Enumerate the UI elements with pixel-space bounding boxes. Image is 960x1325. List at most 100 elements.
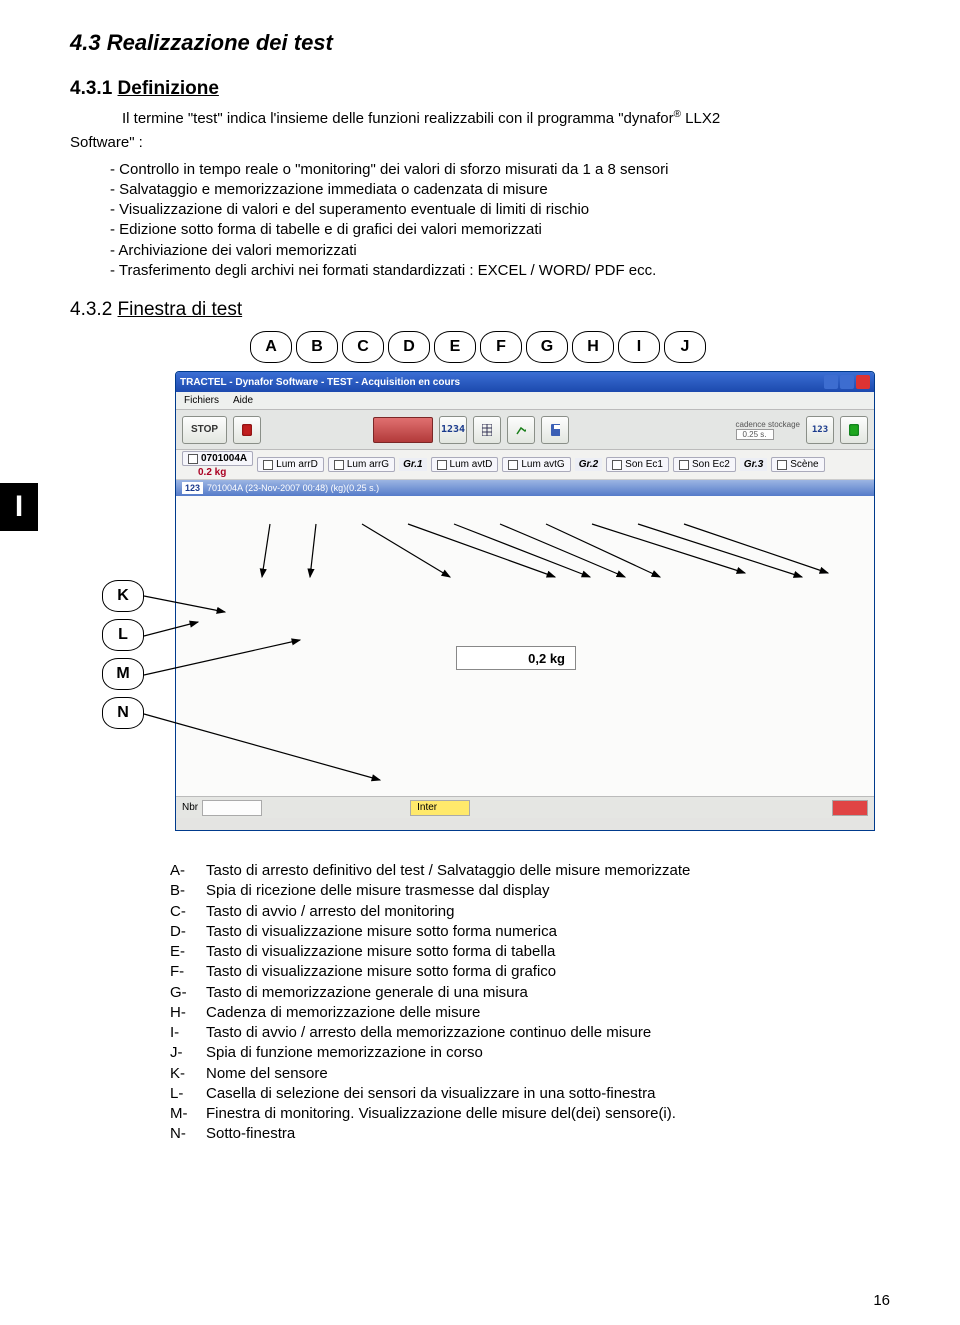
legend-row: G-Tasto di memorizzazione generale di un… [170, 983, 890, 1003]
col-label: Lum avtD [450, 459, 493, 470]
legend-text: Tasto di arresto definitivo del test / S… [206, 861, 690, 881]
monitor-num-badge: 123 [182, 482, 203, 494]
checkbox[interactable] [777, 460, 787, 470]
callout-j: J [664, 331, 706, 363]
red-led-icon [242, 424, 252, 436]
legend-text: Sotto-finestra [206, 1124, 295, 1144]
close-button[interactable] [856, 375, 870, 389]
live-reading: 0,2 kg [456, 646, 576, 670]
subsection-num: 4.3.2 [70, 299, 118, 320]
legend-key: C- [170, 902, 206, 922]
legend-key: K- [170, 1064, 206, 1084]
list-item: Controllo in tempo reale o "monitoring" … [110, 160, 890, 180]
subsection-title: Finestra di test [118, 299, 243, 320]
legend-key: L- [170, 1084, 206, 1104]
legend-row: K-Nome del sensore [170, 1064, 890, 1084]
legend-row: D-Tasto di visualizzazione misure sotto … [170, 922, 890, 942]
menu-aide[interactable]: Aide [233, 395, 253, 406]
page-number: 16 [873, 1292, 890, 1309]
list-item: Visualizzazione di valori e del superame… [110, 200, 890, 220]
status-nbr-field [202, 800, 262, 816]
num-icon: 123 [812, 425, 828, 435]
checkbox[interactable] [437, 460, 447, 470]
sub-window-canvas: 0,2 kg [176, 496, 874, 796]
sensor-header-row: 0701004A 0.2 kg Lum arrD Lum arrG Gr.1 L… [176, 450, 874, 480]
col-son-ec2[interactable]: Son Ec2 [673, 457, 736, 472]
checkbox[interactable] [334, 460, 344, 470]
cadence-label: cadence stockage [736, 420, 801, 429]
status-nbr-label: Nbr [182, 802, 198, 813]
list-item: Trasferimento degli archivi nei formati … [110, 261, 890, 281]
legend-row: C-Tasto di avvio / arresto del monitorin… [170, 902, 890, 922]
sensor-name: 0701004A [182, 451, 253, 466]
intro-text-1b: LLX2 [681, 110, 720, 127]
col-scene[interactable]: Scène [771, 457, 824, 472]
checkbox[interactable] [263, 460, 273, 470]
subsection-4-3-2: 4.3.2 Finestra di test [70, 299, 890, 321]
cadence-block: cadence stockage 0.25 s. [736, 420, 801, 440]
table-view-button[interactable] [473, 416, 501, 444]
checkbox[interactable] [679, 460, 689, 470]
legend-text: Tasto di avvio / arresto della memorizza… [206, 1023, 651, 1043]
callout-l: L [102, 619, 144, 651]
callout-c: C [342, 331, 384, 363]
registered-mark: ® [674, 109, 681, 120]
col-label: Son Ec2 [692, 459, 730, 470]
checkbox[interactable] [612, 460, 622, 470]
monitor-title: 701004A (23-Nov-2007 00:48) (kg)(0.25 s.… [207, 483, 379, 493]
record-indicator [840, 416, 868, 444]
legend-text: Tasto di memorizzazione generale di una … [206, 983, 528, 1003]
col-lum-avtg[interactable]: Lum avtG [502, 457, 570, 472]
legend-row: I-Tasto di avvio / arresto della memoriz… [170, 1023, 890, 1043]
monitor-titlebar: 123 701004A (23-Nov-2007 00:48) (kg)(0.2… [176, 480, 874, 496]
stop-button[interactable]: STOP [182, 416, 227, 444]
intro-paragraph: Il termine "test" indica l'insieme delle… [70, 108, 890, 129]
callout-g: G [526, 331, 568, 363]
green-led-icon [849, 424, 859, 436]
callout-b: B [296, 331, 338, 363]
callout-row: A B C D E F G H I J [250, 331, 890, 363]
legend-key: E- [170, 942, 206, 962]
record-toggle-button[interactable]: 123 [806, 416, 834, 444]
col-label: Lum arrG [347, 459, 389, 470]
table-icon [482, 424, 492, 436]
menu-fichiers[interactable]: Fichiers [184, 395, 219, 406]
sensor-id-label: 0701004A [201, 453, 247, 464]
legend-key: F- [170, 962, 206, 982]
minimize-button[interactable] [824, 375, 838, 389]
col-lum-avtd[interactable]: Lum avtD [431, 457, 499, 472]
col-son-ec1[interactable]: Son Ec1 [606, 457, 669, 472]
intro-text-1: Il termine "test" indica l'insieme delle… [122, 110, 674, 127]
col-label: Lum avtG [521, 459, 564, 470]
toolbar: STOP 1234 cadence stockage 0.25 s. 123 [176, 410, 874, 450]
chart-view-button[interactable] [507, 416, 535, 444]
legend-row: L-Casella di selezione dei sensori da vi… [170, 1084, 890, 1104]
legend-row: H-Cadenza di memorizzazione delle misure [170, 1003, 890, 1023]
legend-text: Tasto di visualizzazione misure sotto fo… [206, 962, 556, 982]
col-lum-arrd[interactable]: Lum arrD [257, 457, 324, 472]
callout-h: H [572, 331, 614, 363]
section-heading: 4.3 Realizzazione dei test [70, 30, 890, 56]
intro-line2: Software" : [70, 133, 890, 153]
checkbox[interactable] [508, 460, 518, 470]
monitoring-toggle-button[interactable] [373, 417, 433, 443]
legend-key: D- [170, 922, 206, 942]
feature-list: Controllo in tempo reale o "monitoring" … [110, 160, 890, 282]
cadence-value[interactable]: 0.25 s. [736, 429, 774, 440]
sensor-checkbox[interactable] [188, 454, 198, 464]
subsection-num: 4.3.1 [70, 78, 118, 99]
legend-text: Finestra di monitoring. Visualizzazione … [206, 1104, 676, 1124]
store-measure-button[interactable] [541, 416, 569, 444]
status-inter-field: Inter [410, 800, 470, 816]
numeric-view-button[interactable]: 1234 [439, 416, 467, 444]
save-icon [550, 423, 560, 437]
group-1: Gr.1 [399, 458, 426, 471]
maximize-button[interactable] [840, 375, 854, 389]
rx-indicator-button[interactable] [233, 416, 261, 444]
status-alert-field [832, 800, 868, 816]
callout-i: I [618, 331, 660, 363]
col-lum-arrg[interactable]: Lum arrG [328, 457, 395, 472]
app-window: TRACTEL - Dynafor Software - TEST - Acqu… [175, 371, 875, 831]
list-item: Archiviazione dei valori memorizzati [110, 241, 890, 261]
menubar: Fichiers Aide [176, 392, 874, 410]
